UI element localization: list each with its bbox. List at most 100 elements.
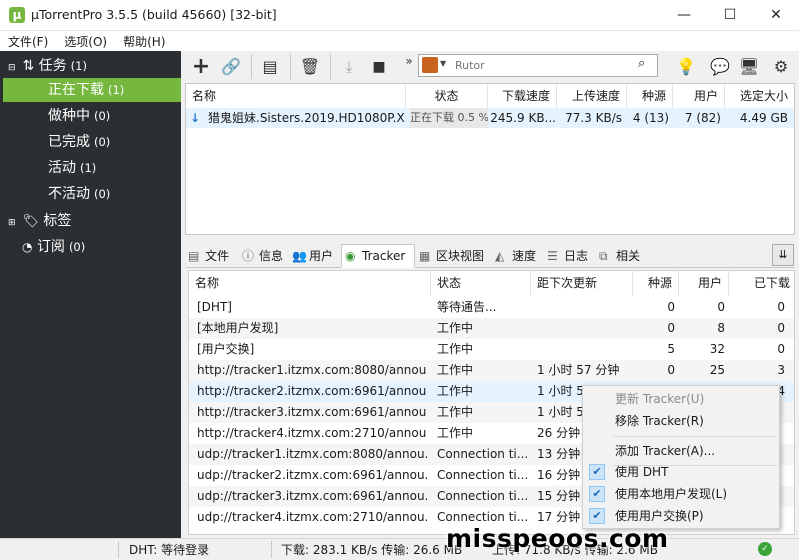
sidebar-labels[interactable]: ⊞ 🏷 标签 xyxy=(0,209,181,233)
tracker-downloaded: 0 xyxy=(777,321,785,335)
tracker-name: udp://tracker3.itzmx.com:6961/annou... xyxy=(197,489,427,503)
search-box[interactable]: ▼ ⌕ xyxy=(418,54,658,77)
category-sidebar: ⊟ ⇅ 任务 (1) 正在下载 (1) 做种中 (0) 已完成 (0) 活动 (1) 不活… xyxy=(0,51,181,538)
expand-panel-icon[interactable]: ⇊ xyxy=(772,244,794,266)
utorrent-logo-icon: µ xyxy=(9,7,25,23)
tracker-row[interactable]: [DHT] 等待通告... 0 0 0 xyxy=(189,297,794,318)
column-header-next-update[interactable]: 距下次更新 xyxy=(531,271,633,296)
column-header-tracker-peers[interactable]: 用户 xyxy=(679,271,729,296)
menu-item-use-lpd[interactable]: ✔ 使用本地用户发现(L) xyxy=(583,483,779,505)
tracker-row[interactable]: [本地用户发现] 工作中 0 8 0 xyxy=(189,318,794,339)
menu-item-remove-tracker[interactable]: 移除 Tracker(R) xyxy=(583,410,779,432)
tracker-name: [本地用户发现] xyxy=(197,321,279,335)
tab-files[interactable]: ▤ 文件 xyxy=(185,245,239,267)
transfer-arrows-icon: ⇅ xyxy=(22,58,35,74)
column-header-peers[interactable]: 用户 xyxy=(673,84,725,108)
tracker-peers: 32 xyxy=(709,342,725,356)
column-header-status[interactable]: 状态 xyxy=(406,84,488,108)
column-header-tracker-seeds[interactable]: 种源 xyxy=(633,271,679,296)
tab-logger[interactable]: ☰ 日志 xyxy=(544,245,596,267)
tracker-row[interactable]: http://tracker1.itzmx.com:8080/annou... … xyxy=(189,360,794,381)
column-header-tracker-downloaded[interactable]: 已下载 xyxy=(729,271,794,296)
info-icon: ⓘ xyxy=(242,249,255,263)
column-header-tracker-status[interactable]: 状态 xyxy=(431,271,531,296)
tracker-downloaded: 0 xyxy=(777,342,785,356)
sidebar-item-seeding[interactable]: 做种中 (0) xyxy=(0,104,181,128)
tracker-status: 工作中 xyxy=(437,342,474,356)
column-header-tracker-name[interactable]: 名称 xyxy=(189,271,431,296)
tab-label: 区块视图 xyxy=(436,249,485,263)
column-header-seeds[interactable]: 种源 xyxy=(627,84,673,108)
collapse-icon[interactable]: ⊟ xyxy=(8,56,18,80)
tracker-name: [DHT] xyxy=(197,300,232,314)
start-download-icon[interactable]: ⤓ xyxy=(338,56,360,78)
close-button[interactable]: ✕ xyxy=(753,0,799,31)
lightbulb-icon[interactable]: 💡 xyxy=(675,56,697,78)
torrent-list: 名称 状态 下载速度 上传速度 种源 用户 选定大小 ↓ 猎鬼姐妹.Sister… xyxy=(185,83,795,235)
sidebar-item-label: 做种中 xyxy=(48,108,90,124)
tracker-downloaded: 0 xyxy=(777,300,785,314)
search-input[interactable] xyxy=(455,57,630,74)
tab-trackers[interactable]: ◉ Tracker xyxy=(341,244,415,268)
add-url-link-icon[interactable]: 🔗 xyxy=(220,56,242,78)
create-torrent-icon[interactable]: ▤ xyxy=(259,56,281,78)
column-header-name[interactable]: 名称 xyxy=(186,84,406,108)
tab-label: 日志 xyxy=(564,249,589,263)
sidebar-item-count: (0) xyxy=(94,109,111,123)
sidebar-item-count: (1) xyxy=(108,83,125,97)
chat-icon[interactable]: 💬 xyxy=(709,56,731,78)
tracker-row[interactable]: [用户交换] 工作中 5 32 0 xyxy=(189,339,794,360)
expand-icon[interactable]: ⊞ xyxy=(8,211,18,235)
tracker-status: Connection ti... xyxy=(437,489,529,503)
sidebar-item-active[interactable]: 活动 (1) xyxy=(0,156,181,180)
minimize-button[interactable]: — xyxy=(661,0,707,31)
sidebar-item-count: (0) xyxy=(94,135,111,149)
menu-item-add-tracker[interactable]: 添加 Tracker(A)... xyxy=(583,440,779,462)
search-provider-icon[interactable] xyxy=(422,57,438,73)
stop-icon[interactable]: ■ xyxy=(368,56,390,78)
related-icon: ⧉ xyxy=(599,249,608,263)
settings-gear-icon[interactable]: ⚙ xyxy=(770,56,792,78)
tab-label: 用户 xyxy=(309,249,334,263)
sidebar-item-downloading[interactable]: 正在下载 (1) xyxy=(3,78,181,102)
column-header-size[interactable]: 选定大小 xyxy=(725,84,794,108)
tracker-downloaded: 3 xyxy=(777,363,785,377)
delete-trash-icon[interactable]: 🗑 xyxy=(299,56,321,78)
add-torrent-icon[interactable]: + xyxy=(190,56,212,78)
tab-peers[interactable]: 👥 用户 xyxy=(289,245,341,267)
sidebar-item-label: 已完成 xyxy=(48,134,90,150)
tab-info[interactable]: ⓘ 信息 xyxy=(239,245,289,267)
sidebar-item-completed[interactable]: 已完成 (0) xyxy=(0,130,181,154)
tab-related[interactable]: ⧉ 相关 xyxy=(596,245,648,267)
menu-item-update-tracker[interactable]: 更新 Tracker(U) xyxy=(583,388,779,410)
column-header-down-speed[interactable]: 下载速度 xyxy=(488,84,557,108)
sidebar-tasks-count: (1) xyxy=(70,59,87,73)
tracker-name: udp://tracker1.itzmx.com:8080/annou... xyxy=(197,447,427,461)
menu-file[interactable]: 文件(F) xyxy=(0,31,56,51)
menu-options[interactable]: 选项(O) xyxy=(56,31,115,51)
torrent-row[interactable]: ↓ 猎鬼姐妹.Sisters.2019.HD1080P.X... 正在下载 0.… xyxy=(186,108,794,128)
remote-monitor-icon[interactable]: 🖥 xyxy=(738,56,760,78)
rss-feed-icon: ◔ xyxy=(22,240,33,254)
maximize-button[interactable]: ☐ xyxy=(707,0,753,31)
search-icon[interactable]: ⌕ xyxy=(638,56,645,71)
menu-help[interactable]: 帮助(H) xyxy=(115,31,173,51)
tab-speed[interactable]: ◭ 速度 xyxy=(492,245,544,267)
column-header-up-speed[interactable]: 上传速度 xyxy=(557,84,627,108)
chevron-down-icon[interactable]: ▼ xyxy=(440,59,446,68)
tracker-seeds: 0 xyxy=(667,363,675,377)
sidebar-tasks[interactable]: ⊟ ⇅ 任务 (1) xyxy=(0,54,181,78)
download-status[interactable]: 下载: 283.1 KB/s 传输: 26.6 MB xyxy=(281,542,462,558)
sidebar-item-inactive[interactable]: 不活动 (0) xyxy=(0,182,181,206)
toolbar-overflow-icon[interactable]: » xyxy=(398,50,420,72)
status-bar: DHT: 等待登录 下载: 283.1 KB/s 传输: 26.6 MB 上传:… xyxy=(0,538,799,560)
tracker-status: 工作中 xyxy=(437,363,474,377)
sidebar-item-label: 不活动 xyxy=(48,186,90,202)
menu-item-use-dht[interactable]: ✔ 使用 DHT xyxy=(583,461,779,483)
menu-item-label: 使用本地用户发现(L) xyxy=(615,487,728,501)
network-ok-icon[interactable]: ✓ xyxy=(758,542,772,556)
sidebar-feeds[interactable]: ◔ 订阅 (0) xyxy=(0,235,181,259)
tab-pieces[interactable]: ▦ 区块视图 xyxy=(416,245,492,267)
checkmark-icon: ✔ xyxy=(589,486,605,502)
tracker-name: http://tracker2.itzmx.com:6961/annou... xyxy=(197,384,427,398)
